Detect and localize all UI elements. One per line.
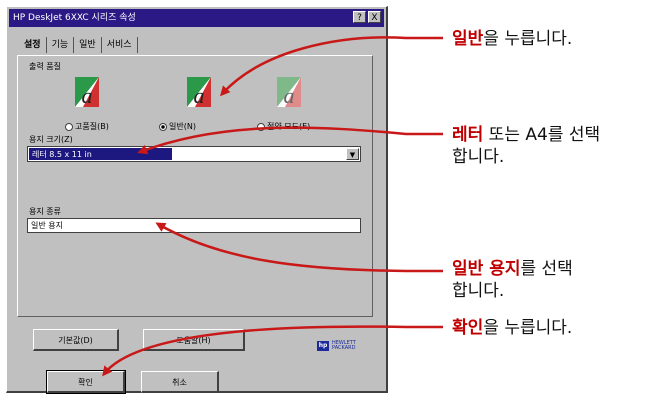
callout-text-line2: 합니다. bbox=[452, 281, 505, 301]
print-quality-label: 출력 품질 bbox=[29, 62, 61, 71]
radio-label: 절약 모드(E) bbox=[267, 122, 311, 131]
dialog-title: HP DeskJet 6XXC 시리즈 속성 bbox=[13, 13, 136, 23]
paper-type-label: 용지 종류 bbox=[29, 207, 61, 216]
callout-text: 을 누릅니다. bbox=[483, 318, 573, 338]
svg-text:a: a bbox=[194, 83, 205, 107]
tab-general[interactable]: 일반 bbox=[74, 37, 102, 53]
paper-size-value: 레터 8.5 x 11 in bbox=[29, 148, 172, 160]
dialog-titlebar: HP DeskJet 6XXC 시리즈 속성 ? X bbox=[9, 9, 384, 27]
callout-paper-type: 일반 용지를 선택 합니다. bbox=[452, 258, 573, 302]
callout-text: 를 선택 bbox=[520, 259, 573, 279]
callout-highlight: 일반 bbox=[452, 29, 484, 49]
hp-logo: hp HEWLETT PACKARD bbox=[317, 341, 358, 351]
help-button[interactable]: 도움말(H) bbox=[143, 329, 245, 351]
economode-quality-icon: a bbox=[277, 77, 301, 107]
callout-highlight: 일반 용지 bbox=[452, 259, 521, 279]
radio-dot bbox=[257, 122, 265, 131]
callout-paper-size: 레터 또는 A4를 선택 합니다. bbox=[452, 124, 600, 168]
paper-type-list[interactable]: 일반 용지 bbox=[27, 218, 361, 233]
radio-normal-quality[interactable]: 일반(N) bbox=[159, 121, 196, 132]
callout-highlight: 레터 bbox=[452, 125, 484, 145]
callout-highlight: 확인 bbox=[452, 318, 484, 338]
tab-services[interactable]: 서비스 bbox=[102, 37, 138, 53]
tab-setup[interactable]: 설정 bbox=[19, 37, 47, 53]
callout-ok: 확인을 누릅니다. bbox=[452, 317, 572, 339]
radio-best-quality[interactable]: 고품질(B) bbox=[65, 121, 109, 132]
tab-features[interactable]: 기능 bbox=[47, 37, 75, 53]
radio-label: 일반(N) bbox=[169, 122, 196, 131]
paper-size-select[interactable]: 레터 8.5 x 11 in ▼ bbox=[27, 146, 361, 162]
callout-text: 을 누릅니다. bbox=[483, 29, 573, 49]
svg-text:a: a bbox=[284, 83, 295, 107]
paper-size-label: 용지 크기(Z) bbox=[29, 135, 73, 144]
best-quality-icon: a bbox=[75, 77, 99, 107]
tab-strip: 설정 기능 일반 서비스 bbox=[19, 37, 138, 53]
callout-text-line2: 합니다. bbox=[452, 147, 505, 167]
normal-quality-icon: a bbox=[187, 77, 211, 107]
help-title-button[interactable]: ? bbox=[353, 11, 366, 23]
radio-dot bbox=[159, 122, 167, 131]
hp-logo-icon: hp bbox=[317, 341, 329, 351]
callout-text: 또는 A4를 선택 bbox=[483, 125, 601, 145]
printer-properties-dialog: HP DeskJet 6XXC 시리즈 속성 ? X 설정 기능 일반 서비스 … bbox=[6, 6, 388, 394]
chevron-down-icon[interactable]: ▼ bbox=[346, 148, 359, 160]
radio-dot bbox=[65, 122, 73, 131]
svg-text:a: a bbox=[82, 83, 93, 107]
cancel-button[interactable]: 취소 bbox=[141, 371, 219, 393]
callout-normal: 일반을 누릅니다. bbox=[452, 28, 572, 50]
radio-label: 고품질(B) bbox=[75, 122, 109, 131]
radio-economode[interactable]: 절약 모드(E) bbox=[257, 121, 310, 132]
defaults-button[interactable]: 기본값(D) bbox=[33, 329, 119, 351]
close-title-button[interactable]: X bbox=[368, 11, 381, 23]
ok-button[interactable]: 확인 bbox=[46, 370, 126, 394]
hp-logo-text: HEWLETT PACKARD bbox=[332, 340, 356, 351]
